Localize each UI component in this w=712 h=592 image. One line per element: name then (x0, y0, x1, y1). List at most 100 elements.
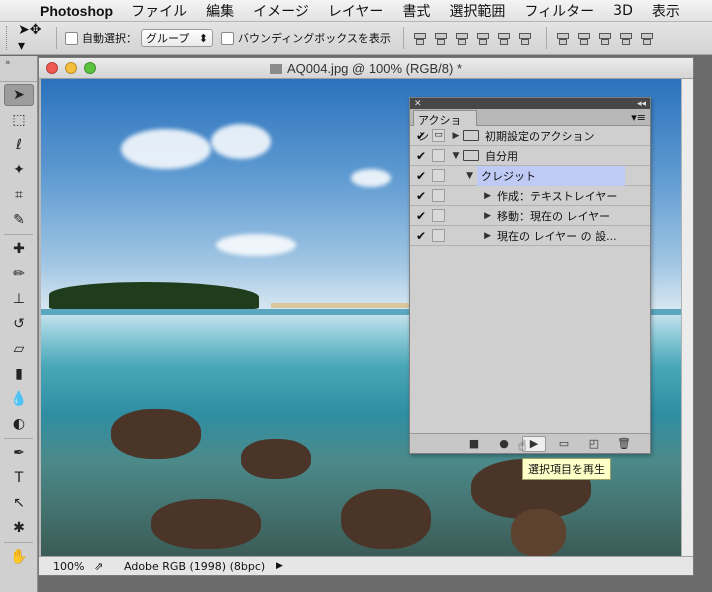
document-title-text: AQ004.jpg @ 100% (RGB/8) * (286, 60, 463, 76)
toggle-check-icon[interactable]: ✔ (410, 209, 432, 223)
expand-arrow-icon[interactable]: ▶ (449, 191, 497, 201)
panel-menu-icon[interactable]: ▾≡ (631, 111, 646, 124)
action-step-row[interactable]: ✔ ▶ 作成：テキストレイヤー (410, 186, 650, 206)
expand-arrow-icon[interactable]: ▶ (449, 231, 497, 241)
history-brush-tool-icon[interactable]: ↺ (4, 313, 34, 335)
action-set-row[interactable]: ✔ ▼ 自分用 (410, 146, 650, 166)
status-bar: 100% ⇗ Adobe RGB (1998) (8bpc) ▶ (39, 556, 693, 575)
brush-tool-icon[interactable]: ✏ (4, 263, 34, 285)
dialog-toggle-icon[interactable] (432, 169, 445, 182)
eyedropper-tool-icon[interactable]: ✎ (4, 209, 34, 231)
custom-shape-tool-icon[interactable]: ✱ (4, 517, 34, 539)
dialog-toggle-icon[interactable]: ▭ (432, 129, 445, 142)
lasso-tool-icon[interactable]: ℓ (4, 134, 34, 156)
expand-arrow-icon[interactable]: ▶ (449, 211, 497, 221)
stop-icon[interactable]: ■ (462, 436, 486, 452)
collapse-arrow-icon[interactable]: ▼ (449, 151, 463, 161)
action-label: クレジット (477, 165, 625, 186)
toggle-check-icon[interactable]: ✔ (410, 189, 432, 203)
gradient-tool-icon[interactable]: ▮ (4, 363, 34, 385)
panel-header[interactable]: ✕ ◂◂ (410, 98, 650, 109)
collapse-arrow-icon[interactable]: ▼ (449, 171, 477, 181)
healing-brush-tool-icon[interactable]: ✚ (4, 238, 34, 260)
trash-icon[interactable]: 🗑 (612, 436, 636, 452)
new-action-icon[interactable]: ◰ (582, 436, 606, 452)
menu-image[interactable]: イメージ (253, 1, 309, 21)
distribute-left-icon[interactable] (618, 30, 632, 46)
color-profile: Adobe RGB (1998) (8bpc) (124, 559, 266, 573)
menu-edit[interactable]: 編集 (206, 1, 234, 21)
auto-select-checkbox[interactable] (65, 31, 78, 45)
toggle-check-icon[interactable]: ✔ (410, 169, 432, 183)
options-grip[interactable] (6, 26, 10, 50)
options-bar: ➤✥ ▾ 自動選択： グループ ⬍ バウンディングボックスを表示 (0, 22, 712, 55)
align-top-icon[interactable] (412, 30, 426, 46)
hand-tool-icon[interactable]: ✋ (4, 546, 34, 568)
align-right-icon[interactable] (517, 30, 531, 46)
menu-layer[interactable]: レイヤー (328, 1, 384, 21)
vertical-scrollbar[interactable] (681, 79, 693, 557)
align-hcenter-icon[interactable] (496, 30, 510, 46)
distribute-vcenter-icon[interactable] (576, 30, 590, 46)
dialog-toggle-icon[interactable] (432, 209, 445, 222)
move-tool-preset-icon[interactable]: ➤✥ ▾ (18, 22, 48, 54)
bounding-box-checkbox[interactable] (221, 31, 234, 45)
dialog-toggle-icon[interactable] (432, 189, 445, 202)
pen-tool-icon[interactable]: ✒ (4, 442, 34, 464)
close-panel-icon[interactable]: ✕ (414, 99, 422, 109)
action-step-row[interactable]: ✔ ▶ 現在の レイヤー の 設... (410, 226, 650, 246)
auto-select-dropdown[interactable]: グループ ⬍ (141, 29, 213, 47)
clone-stamp-tool-icon[interactable]: ⊥ (4, 288, 34, 310)
magic-wand-tool-icon[interactable]: ✦ (4, 159, 34, 181)
record-icon[interactable]: ● (492, 436, 516, 452)
align-vcenter-icon[interactable] (433, 30, 447, 46)
divider (4, 234, 33, 235)
status-menu-arrow-icon[interactable]: ▶ (276, 561, 283, 571)
distribute-top-icon[interactable] (555, 30, 569, 46)
action-step-row[interactable]: ✔ ▶ 移動：現在の レイヤー (410, 206, 650, 226)
dialog-toggle-icon[interactable] (432, 229, 445, 242)
toolbox-header[interactable]: » (0, 56, 37, 82)
document-titlebar[interactable]: AQ004.jpg @ 100% (RGB/8) * (39, 58, 693, 79)
type-tool-icon[interactable]: T (4, 467, 34, 489)
align-left-icon[interactable] (475, 30, 489, 46)
collapse-panel-icon[interactable]: ◂◂ (637, 99, 646, 109)
rock (151, 499, 261, 549)
blur-tool-icon[interactable]: 💧 (4, 388, 34, 410)
file-icon (269, 63, 282, 74)
menu-3d[interactable]: 3D (613, 3, 633, 19)
eraser-tool-icon[interactable]: ▱ (4, 338, 34, 360)
crop-tool-icon[interactable]: ⌗ (4, 184, 34, 206)
rock (511, 509, 566, 557)
new-set-folder-icon[interactable]: ▭ (552, 436, 576, 452)
distribute-bottom-icon[interactable] (597, 30, 611, 46)
dodge-tool-icon[interactable]: ◐ (4, 413, 34, 435)
menu-app-name[interactable]: Photoshop (40, 3, 113, 19)
distribute-hcenter-icon[interactable] (639, 30, 653, 46)
share-icon[interactable]: ⇗ (94, 560, 116, 573)
menu-view[interactable]: 表示 (652, 1, 680, 21)
toggle-check-icon[interactable]: ✔ (410, 149, 432, 163)
tooltip: 選択項目を再生 (522, 458, 611, 480)
zoom-window-button[interactable] (84, 62, 96, 74)
expand-arrow-icon[interactable]: ▶ (449, 131, 463, 141)
cloud (351, 169, 391, 187)
marquee-tool-icon[interactable]: ⬚ (4, 109, 34, 131)
action-set-row[interactable]: ✔ ▭ ▶ 初期設定のアクション (410, 126, 650, 146)
path-selection-tool-icon[interactable]: ↖ (4, 492, 34, 514)
menu-select[interactable]: 選択範囲 (449, 1, 505, 21)
align-bottom-icon[interactable] (454, 30, 468, 46)
cloud (216, 234, 296, 256)
minimize-window-button[interactable] (65, 62, 77, 74)
divider (4, 438, 33, 439)
tab-actions[interactable]: アクション (413, 110, 477, 143)
menu-type[interactable]: 書式 (402, 1, 430, 21)
menu-filter[interactable]: フィルター (524, 1, 594, 21)
zoom-level[interactable]: 100% (39, 560, 94, 573)
dialog-toggle-icon[interactable] (432, 149, 445, 162)
action-row[interactable]: ✔ ▼ クレジット (410, 165, 650, 186)
move-tool-icon[interactable]: ➤ (4, 84, 34, 106)
toggle-check-icon[interactable]: ✔ (410, 229, 432, 243)
close-window-button[interactable] (46, 62, 58, 74)
menu-file[interactable]: ファイル (131, 1, 187, 21)
